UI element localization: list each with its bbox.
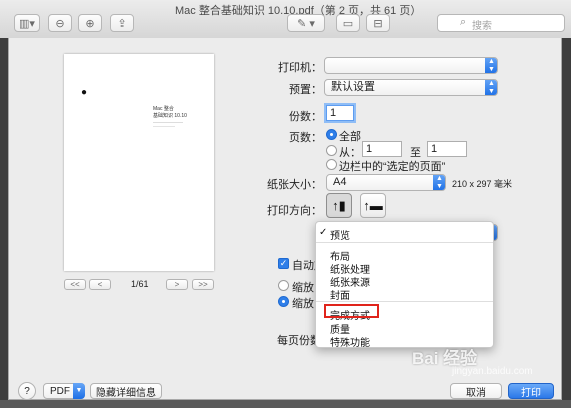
pages-selection-label: 边栏中的“选定的页面”: [339, 161, 446, 173]
paper-size-label: 纸张大小：: [267, 179, 322, 191]
zoom-in-button[interactable]: ⊕: [78, 14, 102, 32]
copies-input[interactable]: 1: [326, 105, 354, 121]
paper-size-value: A4: [333, 176, 347, 188]
zoom-out-button[interactable]: ⊖: [48, 14, 72, 32]
landscape-orientation-button[interactable]: ↑▬: [360, 193, 386, 218]
pdf-menu-button[interactable]: PDF ▼: [43, 383, 85, 399]
pages-to-input[interactable]: 1: [427, 141, 467, 157]
popup-stepper-icon: ▲▼: [485, 80, 497, 95]
markup-button[interactable]: ✎ ▾: [287, 14, 325, 32]
landscape-icon: ↑▬: [363, 198, 383, 213]
pen-icon: ✎ ▾: [297, 17, 315, 30]
pages-all-label: 全部: [339, 131, 361, 143]
auto-rotate-checkbox[interactable]: ✓: [278, 258, 289, 269]
section-menu: ✓ 预览 布局 纸张处理 纸张来源 封面 完成方式 质量 特殊功能: [315, 221, 494, 349]
checkmark-icon: ✓: [319, 227, 328, 238]
window-toolbar: ▥▾ ⊖ ⊕ ⇪ Mac 整合基础知识 10.10.pdf（第 2 页，共 61…: [0, 0, 571, 39]
window-background-right: [562, 38, 571, 400]
page-icon: ▭: [342, 17, 354, 30]
share-icon: ⇪: [117, 17, 127, 30]
zoom-in-icon: ⊕: [85, 17, 95, 30]
toolbox-button[interactable]: ⊟: [366, 14, 390, 32]
share-button[interactable]: ⇪: [110, 14, 134, 32]
portrait-icon: ↑▮: [332, 197, 346, 213]
presets-popup[interactable]: 默认设置 ▲ ▼: [324, 79, 498, 96]
copies-label: 份数：: [289, 111, 322, 123]
pages-button[interactable]: ▭: [336, 14, 360, 32]
printer-label: 打印机：: [278, 62, 322, 74]
sidebar-icon: ▥▾: [19, 17, 35, 30]
popup-stepper-icon: ▲▼: [485, 58, 497, 73]
previous-page-button[interactable]: <: [89, 279, 111, 290]
presets-value: 默认设置: [331, 81, 375, 93]
first-page-button[interactable]: <<: [64, 279, 86, 290]
preview-rule: [153, 122, 183, 123]
popup-stepper-icon: ▲▼: [433, 175, 445, 190]
help-button[interactable]: ?: [18, 382, 36, 400]
pages-range-radio[interactable]: [326, 145, 337, 156]
page-indicator: 1/61: [131, 279, 149, 289]
orientation-label: 打印方向：: [267, 205, 322, 217]
menu-separator: [316, 242, 493, 243]
last-page-button[interactable]: >>: [192, 279, 214, 290]
window-background-left: [0, 38, 8, 400]
menu-item-preview[interactable]: 预览: [330, 227, 350, 242]
menu-item-special-features[interactable]: 特殊功能: [330, 334, 370, 349]
pages-all-radio[interactable]: [326, 129, 337, 140]
print-button[interactable]: 打印: [508, 383, 554, 399]
scale-to-fit-radio[interactable]: [278, 296, 289, 307]
pages-label: 页数：: [289, 132, 322, 144]
cancel-button[interactable]: 取消: [450, 383, 502, 399]
apple-logo-icon: ●: [81, 87, 88, 98]
presets-label: 预置：: [289, 84, 322, 96]
toolbox-icon: ⊟: [373, 17, 383, 30]
next-page-button[interactable]: >: [166, 279, 188, 290]
paper-dimensions: 210 x 297 毫米: [452, 179, 513, 189]
paper-size-popup[interactable]: A4 ▲ ▼: [326, 174, 446, 191]
pages-selection-radio[interactable]: [326, 159, 337, 170]
portrait-orientation-button[interactable]: ↑▮: [326, 193, 352, 218]
hide-details-button[interactable]: 隐藏详细信息: [90, 383, 162, 399]
menu-item-cover-page[interactable]: 封面: [330, 287, 350, 302]
highlight-box: [324, 304, 379, 318]
preview-heading-2: 基础知识 10.10: [153, 113, 187, 119]
pages-from-input[interactable]: 1: [362, 141, 402, 157]
menu-separator: [316, 301, 493, 302]
search-icon: ⌕: [460, 16, 467, 28]
zoom-out-icon: ⊖: [55, 17, 65, 30]
scale-radio[interactable]: [278, 280, 289, 291]
search-placeholder: 搜索: [472, 21, 492, 32]
sidebar-toggle-button[interactable]: ▥▾: [14, 14, 40, 32]
search-field[interactable]: ⌕ 搜索: [437, 14, 565, 32]
baidu-watermark-url: jingyan.baidu.com: [452, 366, 533, 377]
page-preview: ● Mac 整合 基础知识 10.10: [64, 54, 214, 271]
printer-popup[interactable]: ▲ ▼: [324, 57, 498, 74]
pdf-label: PDF: [50, 385, 70, 397]
preview-rule: [153, 126, 175, 127]
chevron-down-icon: ▼: [73, 383, 85, 399]
preview-heading-1: Mac 整合: [153, 106, 174, 112]
